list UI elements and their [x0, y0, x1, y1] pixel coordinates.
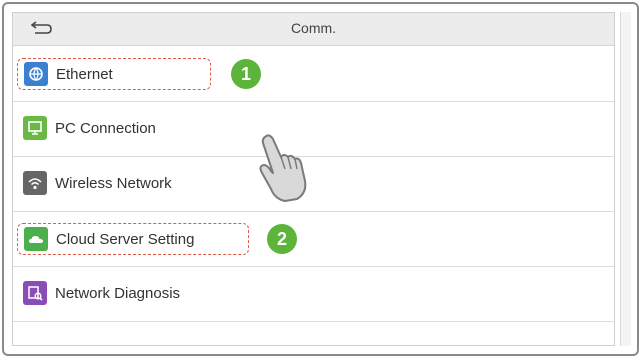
screen: Comm. Ethernet 1 PC Connection Wireless … [12, 12, 615, 346]
pc-connection-row: PC Connection [17, 113, 162, 143]
ethernet-highlight: Ethernet [17, 58, 211, 90]
menu-item-network-diagnosis[interactable]: Network Diagnosis [13, 267, 614, 322]
wireless-network-row: Wireless Network [17, 168, 178, 198]
ethernet-icon [24, 62, 48, 86]
wireless-network-label: Wireless Network [55, 174, 172, 192]
menu-item-wireless-network[interactable]: Wireless Network [13, 157, 614, 212]
network-diagnosis-row: Network Diagnosis [17, 278, 186, 308]
comm-menu: Ethernet 1 PC Connection Wireless Networ… [13, 47, 614, 322]
page-title: Comm. [290, 20, 337, 36]
network-diagnosis-label: Network Diagnosis [55, 284, 181, 302]
wireless-network-icon [23, 171, 47, 195]
step-badge-2: 2 [267, 224, 297, 254]
pc-connection-icon [23, 116, 47, 140]
header-bar: Comm. [13, 13, 614, 46]
cloud-server-highlight: Cloud Server Setting [17, 223, 249, 255]
network-diagnosis-icon [23, 281, 47, 305]
menu-item-ethernet[interactable]: Ethernet 1 [13, 47, 614, 102]
cloud-server-label: Cloud Server Setting [56, 230, 195, 248]
step-badge-1: 1 [231, 59, 261, 89]
pointing-hand-icon [259, 134, 307, 202]
ethernet-label: Ethernet [56, 65, 113, 83]
pc-connection-label: PC Connection [55, 119, 156, 137]
menu-item-pc-connection[interactable]: PC Connection [13, 102, 614, 157]
device-frame: Comm. Ethernet 1 PC Connection Wireless … [2, 2, 639, 356]
scrollbar[interactable] [620, 12, 631, 346]
menu-item-cloud-server-setting[interactable]: Cloud Server Setting 2 [13, 212, 614, 267]
cloud-server-icon [24, 227, 48, 251]
